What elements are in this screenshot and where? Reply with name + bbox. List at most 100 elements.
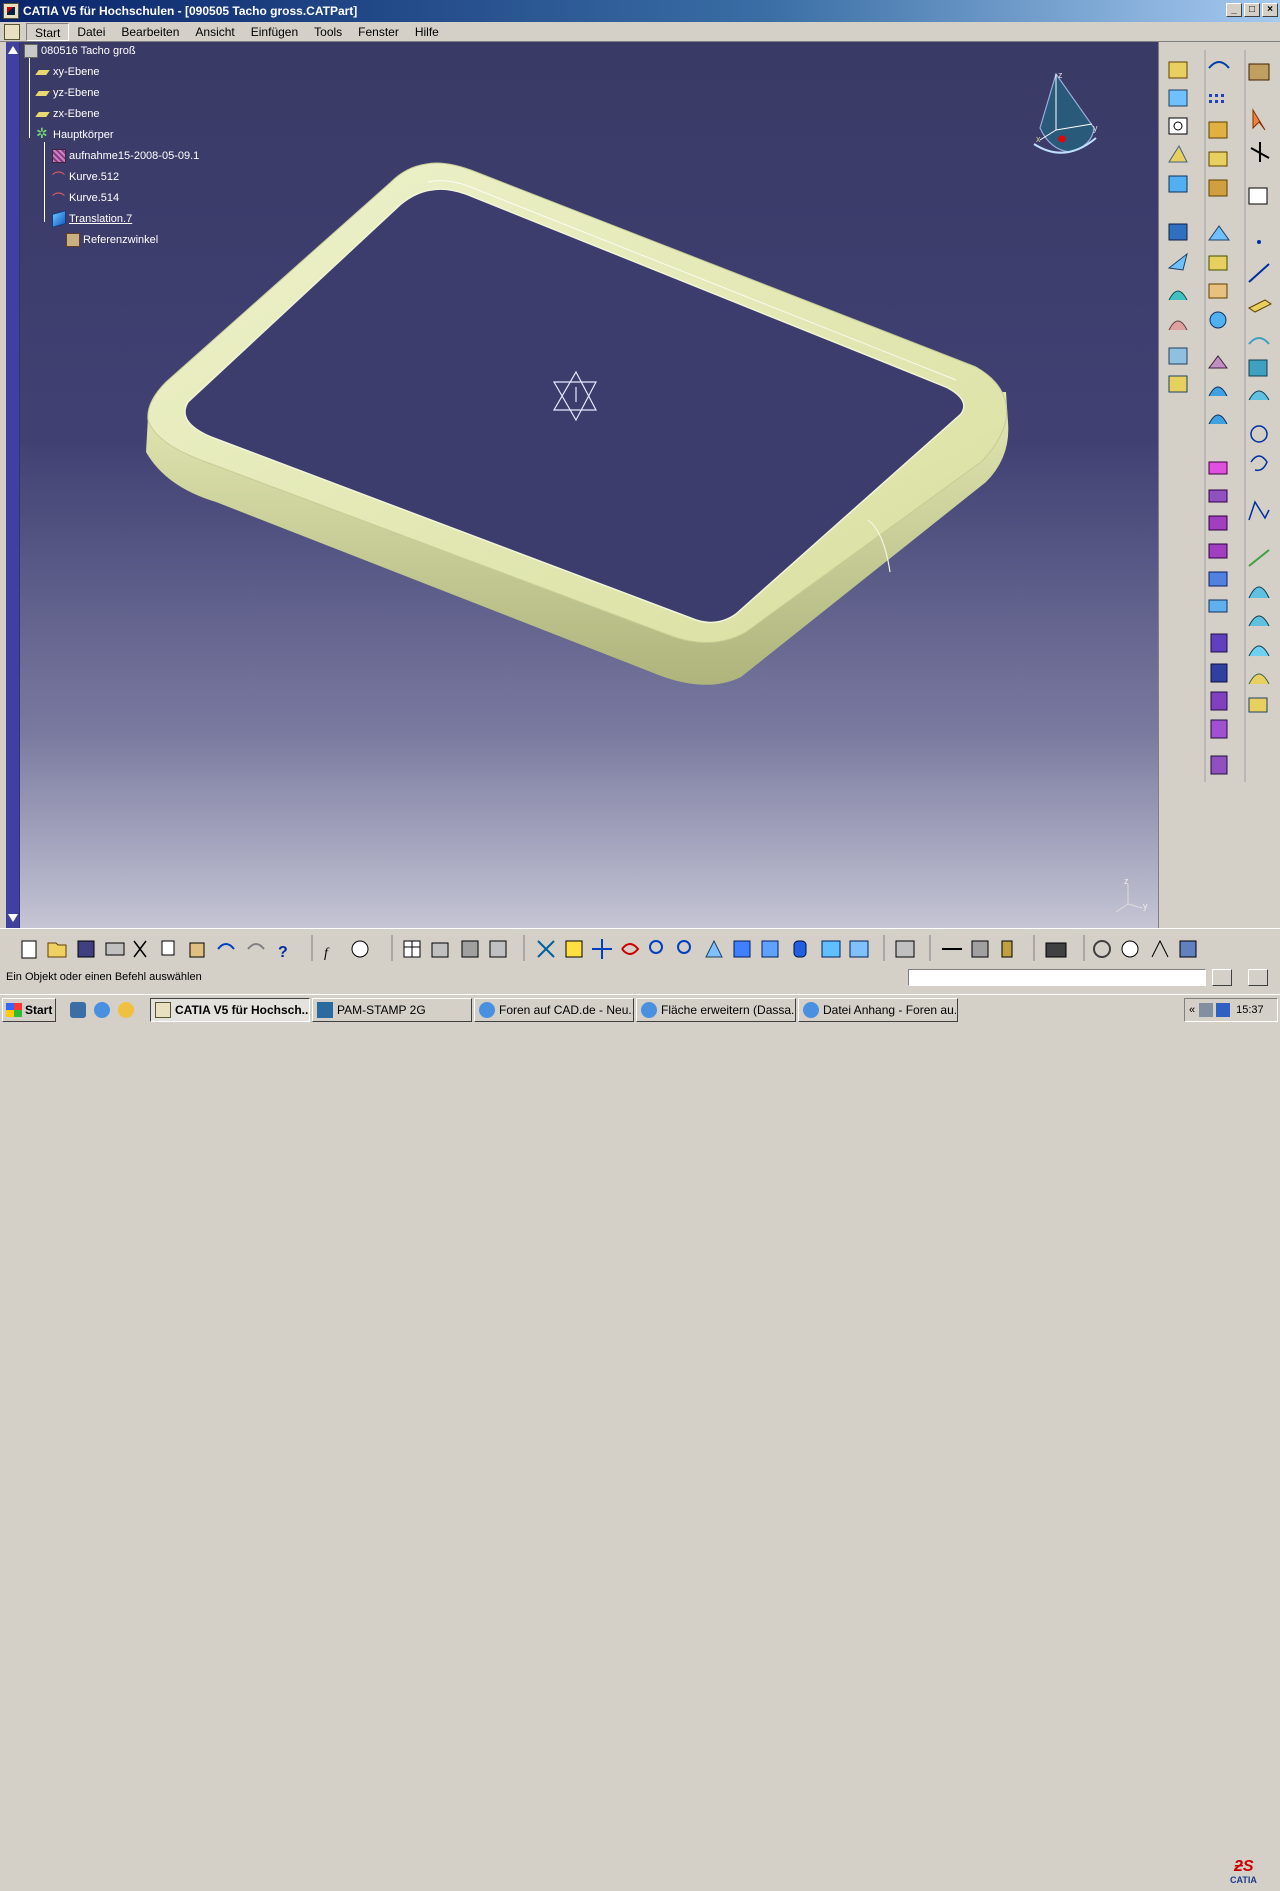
task-label: Datei Anhang - Foren au...: [823, 1003, 958, 1017]
windows-taskbar: Start CATIA V5 für Hochsch... PAM-STAMP …: [0, 994, 1280, 1024]
task-datei-anhang[interactable]: Datei Anhang - Foren au...: [798, 998, 958, 1022]
compass-x-label: x: [1036, 134, 1041, 144]
document-icon[interactable]: [4, 23, 20, 40]
window-title: CATIA V5 für Hochschulen - [090505 Tacho…: [23, 4, 358, 18]
task-flaeche-erweitern[interactable]: Fläche erweitern (Dassa...: [636, 998, 796, 1022]
view-tools[interactable]: [537, 939, 869, 959]
status-message: Ein Objekt oder einen Befehl auswählen: [6, 971, 202, 983]
menu-bearbeiten[interactable]: Bearbeiten: [113, 23, 187, 41]
specification-tree: 080516 Tacho groß xy-Ebene yz-Ebene zx-E…: [20, 42, 260, 262]
column-2-tools[interactable]: [1208, 61, 1230, 775]
bottom-toolbar-icons: ? f: [21, 935, 1197, 961]
title-bar: CATIA V5 für Hochschulen - [090505 Tacho…: [0, 0, 1280, 22]
tree-item-yz-plane[interactable]: yz-Ebene: [36, 84, 99, 102]
command-list-button[interactable]: [1212, 969, 1232, 986]
tree-scroll-down-icon[interactable]: [8, 914, 18, 922]
status-line: Ein Objekt oder einen Befehl auswählen: [0, 966, 1280, 990]
tree-item-label: Hauptkörper: [53, 129, 114, 141]
table-tools[interactable]: [403, 940, 507, 958]
menu-datei[interactable]: Datei: [69, 23, 113, 41]
column-3-tools[interactable]: [1248, 63, 1272, 713]
task-cad-forum[interactable]: Foren auf CAD.de - Neu...: [474, 998, 634, 1022]
ie-icon: [641, 1002, 657, 1018]
menu-hilfe[interactable]: Hilfe: [407, 23, 447, 41]
doc-minimize-button[interactable]: _: [1226, 3, 1242, 17]
messenger-icon[interactable]: [118, 1002, 134, 1018]
doc-restore-button[interactable]: □: [1244, 3, 1260, 17]
axis-system-icon: [66, 233, 80, 247]
clock[interactable]: 15:37: [1236, 1004, 1264, 1016]
part-icon: [24, 44, 38, 58]
knowledge-tools[interactable]: f: [324, 940, 369, 961]
plane-icon: [36, 65, 50, 79]
compass-icon[interactable]: z y x: [1030, 68, 1100, 160]
ie-icon: [803, 1002, 819, 1018]
show-desktop-icon[interactable]: [70, 1002, 86, 1018]
menu-bar: Start Datei Bearbeiten Ansicht Einfügen …: [0, 3, 1280, 42]
catia-logo-text: CATIA: [1230, 1875, 1257, 1885]
tree-line: [29, 58, 30, 138]
task-label: CATIA V5 für Hochsch...: [175, 1003, 310, 1017]
command-history-button[interactable]: [1248, 969, 1268, 986]
tree-root-label: 080516 Tacho groß: [41, 45, 136, 57]
compass-y-label: y: [1093, 123, 1098, 133]
catia-app-icon[interactable]: [3, 3, 19, 19]
view-axis-triad-icon: z y: [1115, 876, 1148, 913]
task-label: Foren auf CAD.de - Neu...: [499, 1003, 634, 1017]
triad-y-label: y: [1143, 901, 1148, 911]
menu-start[interactable]: Start: [26, 22, 70, 41]
tree-item-label: Kurve.514: [69, 192, 120, 204]
start-label: Start: [25, 1003, 53, 1017]
tray-expand-button[interactable]: «: [1189, 1004, 1195, 1016]
tree-scroll-strip[interactable]: [6, 42, 20, 928]
system-tray: « 15:37: [1184, 998, 1278, 1022]
doc-close-button[interactable]: ×: [1262, 3, 1278, 17]
tree-item-xy-plane[interactable]: xy-Ebene: [36, 63, 99, 81]
tree-item-zx-plane[interactable]: zx-Ebene: [36, 105, 99, 123]
document-window-controls: _ □ ×: [1226, 3, 1278, 17]
tree-line: [44, 142, 45, 222]
standard-tools[interactable]: ?: [21, 940, 288, 961]
catia-logo: ƻS CATIA: [1228, 1859, 1274, 1891]
task-label: PAM-STAMP 2G: [337, 1003, 426, 1017]
menu-ansicht[interactable]: Ansicht: [187, 23, 242, 41]
tree-item-label: yz-Ebene: [53, 87, 100, 99]
task-pam-stamp[interactable]: PAM-STAMP 2G: [312, 998, 472, 1022]
start-button[interactable]: Start: [2, 998, 56, 1022]
misc-tools[interactable]: [895, 939, 1197, 958]
right-toolbars: [1158, 42, 1280, 928]
body-gear-icon: [36, 125, 50, 142]
catia-task-icon: [155, 1002, 171, 1018]
tree-item-main-body[interactable]: Hauptkörper: [36, 125, 114, 144]
curve-icon: [52, 189, 66, 208]
curve-icon: [52, 168, 66, 187]
tree-item-curve-512[interactable]: Kurve.512: [52, 168, 120, 187]
tree-root[interactable]: 080516 Tacho groß: [24, 42, 136, 60]
ie-icon[interactable]: [94, 1002, 110, 1018]
language-icon[interactable]: [1216, 1003, 1231, 1017]
tree-item-translation[interactable]: Translation.7: [52, 210, 132, 228]
svg-text:?: ?: [278, 944, 288, 961]
tree-item-label: aufnahme15-2008-05-09.1: [69, 150, 200, 162]
task-catia[interactable]: CATIA V5 für Hochsch...: [150, 998, 310, 1022]
image-sketch-icon: [52, 149, 66, 163]
tree-item-label: Referenzwinkel: [83, 234, 159, 246]
compass-z-label: z: [1058, 70, 1063, 80]
tree-item-sketch[interactable]: aufnahme15-2008-05-09.1: [52, 147, 199, 165]
windows-flag-icon: [6, 1003, 22, 1017]
network-icon[interactable]: [1199, 1003, 1214, 1017]
column-1-tools[interactable]: [1167, 61, 1188, 393]
menu-tools[interactable]: Tools: [306, 23, 350, 41]
menu-einfuegen[interactable]: Einfügen: [243, 23, 306, 41]
tree-item-reference-angle[interactable]: Referenzwinkel: [66, 231, 158, 249]
svg-text:f: f: [324, 946, 330, 961]
task-label: Fläche erweitern (Dassa...: [661, 1003, 796, 1017]
translation-icon: [52, 210, 66, 228]
menu-fenster[interactable]: Fenster: [350, 23, 407, 41]
tree-item-label: Kurve.512: [69, 171, 120, 183]
tree-item-curve-514[interactable]: Kurve.514: [52, 189, 120, 208]
tree-scroll-up-icon[interactable]: [8, 46, 18, 54]
right-toolbar-icons: [1167, 50, 1272, 782]
plane-icon: [36, 86, 50, 100]
command-input[interactable]: [908, 969, 1206, 986]
